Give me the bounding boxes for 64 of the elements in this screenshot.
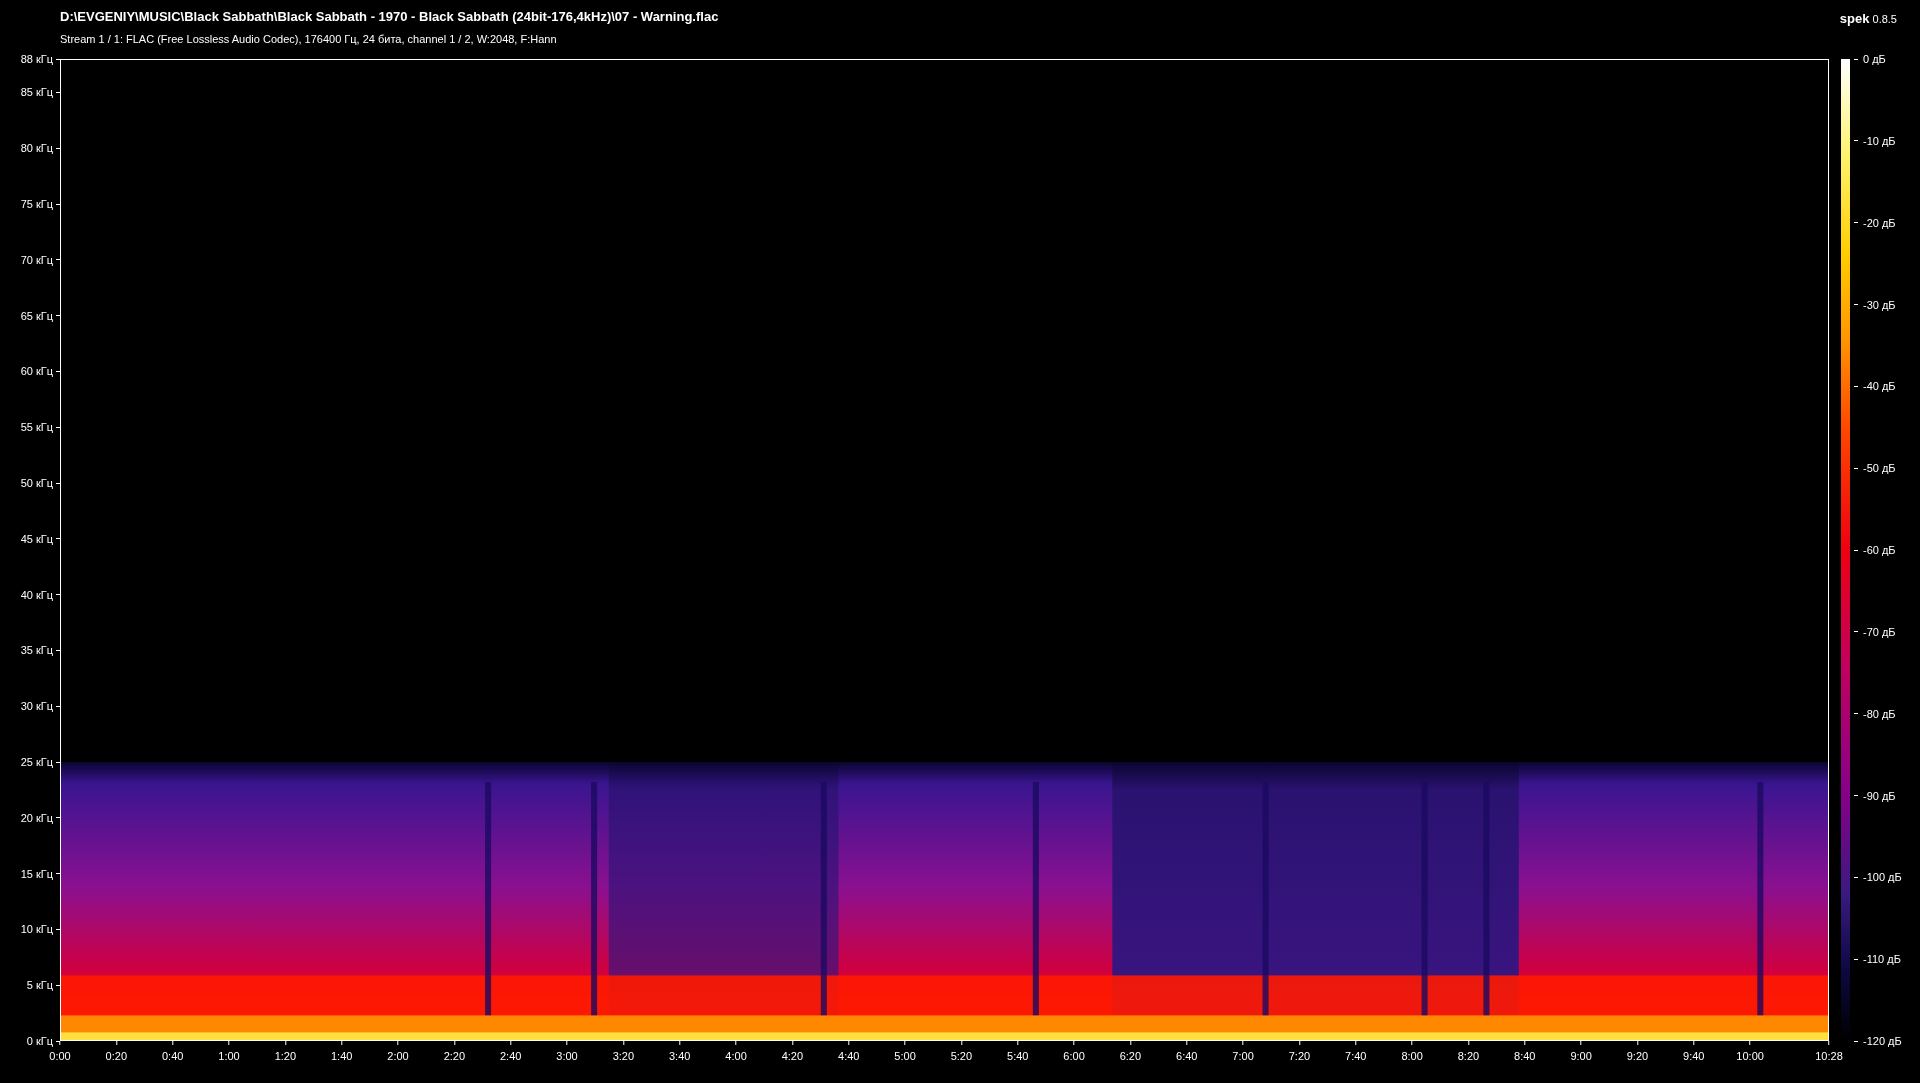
time-label: 0:20	[105, 1041, 128, 1062]
frequency-label: 50 кГц	[20, 477, 60, 490]
time-label: 5:40	[1007, 1041, 1029, 1062]
decibel-label: -110 дБ	[1850, 953, 1901, 966]
frequency-label: 85 кГц	[20, 86, 60, 99]
frequency-label: 75 кГц	[20, 198, 60, 211]
time-label: 5:00	[894, 1041, 916, 1062]
decibel-label: -120 дБ	[1850, 1035, 1902, 1047]
time-label: 4:40	[838, 1041, 860, 1062]
frequency-label: 5 кГц	[26, 979, 60, 992]
time-label: 8:40	[1514, 1041, 1536, 1062]
frequency-label: 88 кГц	[20, 53, 60, 65]
frequency-label: 35 кГц	[20, 644, 60, 657]
time-label: 10:28	[1815, 1041, 1843, 1062]
decibel-label: -100 дБ	[1850, 871, 1902, 884]
frequency-label: 45 кГц	[20, 532, 60, 545]
time-label: 6:00	[1063, 1041, 1085, 1062]
decibel-label: -90 дБ	[1850, 789, 1896, 802]
time-label: 1:40	[331, 1041, 353, 1062]
decibel-label: -40 дБ	[1850, 380, 1896, 393]
frequency-label: 55 кГц	[20, 421, 60, 434]
time-label: 8:00	[1401, 1041, 1423, 1062]
decibel-label: -60 дБ	[1850, 544, 1896, 556]
time-label: 6:40	[1176, 1041, 1198, 1062]
time-label: 9:00	[1570, 1041, 1592, 1062]
time-label: 7:40	[1345, 1041, 1367, 1062]
decibel-label: -50 дБ	[1850, 462, 1896, 475]
time-label: 10:00	[1736, 1041, 1764, 1062]
time-label: 5:20	[950, 1041, 973, 1062]
frequency-label: 30 кГц	[20, 700, 60, 713]
time-label: 3:00	[556, 1041, 578, 1062]
frequency-label: 10 кГц	[20, 923, 60, 936]
decibel-label: 0 дБ	[1850, 53, 1886, 65]
decibel-label: -80 дБ	[1850, 707, 1896, 720]
time-label: 2:20	[443, 1041, 466, 1062]
time-label: 4:00	[725, 1041, 747, 1062]
time-label: 6:20	[1119, 1041, 1142, 1062]
frequency-label: 70 кГц	[20, 253, 60, 266]
decibel-label: -30 дБ	[1850, 298, 1896, 311]
frequency-label: 40 кГц	[20, 588, 60, 601]
decibel-label: -10 дБ	[1850, 134, 1896, 147]
time-label: 9:20	[1626, 1041, 1649, 1062]
time-label: 2:00	[387, 1041, 409, 1062]
time-label: 2:40	[500, 1041, 522, 1062]
frequency-label: 80 кГц	[20, 142, 60, 155]
frequency-label: 65 кГц	[20, 309, 60, 322]
time-label: 4:20	[781, 1041, 804, 1062]
time-label: 3:40	[669, 1041, 691, 1062]
time-label: 8:20	[1457, 1041, 1480, 1062]
time-label: 7:00	[1232, 1041, 1254, 1062]
frequency-label: 15 кГц	[20, 867, 60, 880]
frequency-label: 25 кГц	[20, 756, 60, 768]
time-label: 9:40	[1683, 1041, 1705, 1062]
frequency-label: 20 кГц	[20, 811, 60, 824]
decibel-label: -20 дБ	[1850, 216, 1896, 229]
stream-info: Stream 1 / 1: FLAC (Free Lossless Audio Codec), 176400 Гц, 24 бита, channel 1 / 2, W:2048, F:Hann	[60, 33, 558, 45]
time-label: 1:20	[274, 1041, 297, 1062]
decibel-label: -70 дБ	[1850, 625, 1896, 638]
time-label: 0:40	[161, 1041, 184, 1062]
frequency-label: 60 кГц	[20, 365, 60, 378]
time-label: 1:00	[218, 1041, 240, 1062]
file-path-title: D:\EVGENIY\MUSIC\Black Sabbath\Black Sabbath - 1970 - Black Sabbath (24bit-176,4kHz)\07 - Warning.flac	[60, 9, 719, 24]
time-label: 3:20	[612, 1041, 635, 1062]
time-label: 7:20	[1288, 1041, 1311, 1062]
